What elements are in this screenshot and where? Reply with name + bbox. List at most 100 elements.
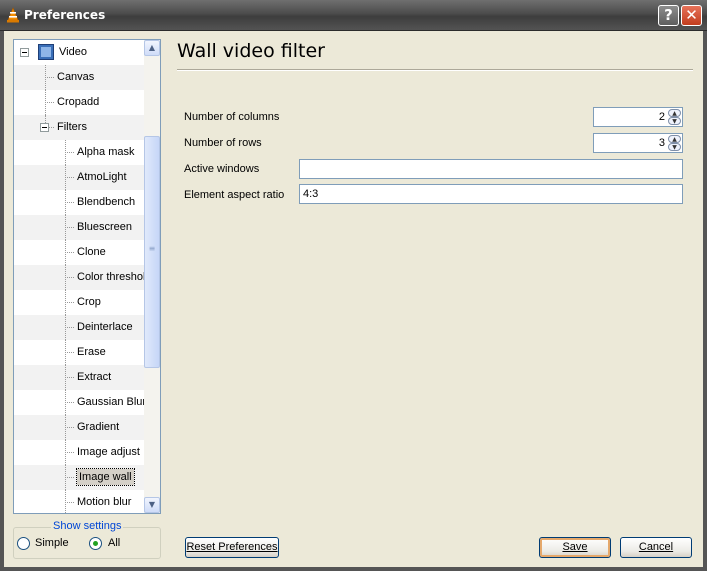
scroll-thumb[interactable]: ≡ [144, 136, 160, 368]
tree-item-label: Erase [77, 346, 106, 358]
scroll-down-button[interactable]: ▼ [144, 497, 160, 513]
tree-connector [65, 215, 66, 240]
tree-connector [65, 240, 66, 265]
chevron-down-icon: ▼ [672, 144, 677, 151]
simple-radio[interactable] [17, 537, 30, 550]
aspect-ratio-input[interactable] [300, 185, 682, 203]
help-button[interactable]: ? [658, 5, 679, 26]
film-icon [38, 44, 54, 60]
tree-item-label: Gradient [77, 421, 120, 433]
scroll-up-button[interactable]: ▲ [144, 40, 160, 56]
category-tree[interactable]: Video Canvas Cropadd Filters Alpha mask AtmoL… [13, 39, 161, 514]
collapse-icon[interactable] [20, 48, 29, 57]
tree-connector [45, 90, 46, 115]
tree-connector [65, 340, 66, 365]
tree-item-color-threshol[interactable]: Color threshol [14, 265, 146, 290]
tree-item-erase[interactable]: Erase [14, 340, 144, 365]
tree-item-gradient[interactable]: Gradient [14, 415, 144, 440]
tree-item-gaussian-blur[interactable]: Gaussian Blur [14, 390, 147, 415]
tree-item-motion-blur[interactable]: Motion blur [14, 490, 144, 513]
tree-item-deinterlace[interactable]: Deinterlace [14, 315, 144, 340]
tree-connector [45, 77, 54, 78]
tree-item-alpha-mask[interactable]: Alpha mask [14, 140, 144, 165]
collapse-icon[interactable] [40, 123, 49, 132]
columns-spinbox[interactable]: 2 ▲ ▼ [593, 107, 683, 127]
cancel-label: Cancel [638, 541, 674, 553]
tree-connector [45, 65, 46, 90]
tree-connector [65, 265, 66, 290]
tree-connector [65, 440, 66, 465]
rows-up-arrow[interactable]: ▲ [668, 135, 681, 143]
tree-connector [65, 152, 74, 153]
tree-item-label: Motion blur [77, 496, 132, 508]
columns-label: Number of columns [184, 111, 280, 123]
rows-label: Number of rows [184, 137, 262, 149]
tree-connector [65, 202, 74, 203]
chevron-up-icon: ▲ [672, 136, 677, 143]
close-button[interactable]: ✕ [681, 5, 702, 26]
columns-up-arrow[interactable]: ▲ [668, 109, 681, 117]
tree-connector [65, 415, 66, 440]
tree-item-video[interactable]: Video [14, 40, 144, 65]
cancel-button[interactable]: Cancel [620, 537, 692, 558]
columns-value[interactable]: 2 [659, 111, 665, 123]
tree-scrollbar[interactable]: ▲ ≡ ▼ [144, 40, 160, 513]
tree-item-label: Extract [77, 371, 112, 383]
tree-connector [45, 102, 54, 103]
tree-item-cropadd[interactable]: Cropadd [14, 90, 144, 115]
tree-item-label: Color threshol [77, 271, 146, 283]
save-button[interactable]: Save [539, 537, 611, 558]
rows-spinbox[interactable]: 3 ▲ ▼ [593, 133, 683, 153]
tree-item-label: Cropadd [57, 96, 100, 108]
chevron-up-icon: ▲ [148, 43, 156, 52]
active-windows-label: Active windows [184, 163, 260, 175]
title-bar[interactable]: Preferences ? ✕ [0, 0, 707, 31]
grip-icon: ≡ [148, 244, 156, 253]
tree-item-blendbench[interactable]: Blendbench [14, 190, 144, 215]
tree-connector [65, 477, 74, 478]
tree-item-clone[interactable]: Clone [14, 240, 144, 265]
tree-connector [65, 177, 74, 178]
tree-connector [65, 302, 74, 303]
tree-item-label: Alpha mask [77, 146, 135, 158]
title-divider [177, 69, 693, 71]
simple-radio-label[interactable]: Simple [35, 537, 69, 549]
tree-connector [65, 452, 74, 453]
tree-item-image-adjust[interactable]: Image adjust [14, 440, 144, 465]
tree-connector [65, 277, 74, 278]
aspect-ratio-field[interactable] [299, 184, 683, 204]
tree-connector [65, 377, 74, 378]
dialog-body: Video Canvas Cropadd Filters Alpha mask AtmoL… [4, 31, 703, 567]
tree-item-bluescreen[interactable]: Bluescreen [14, 215, 144, 240]
reset-preferences-button[interactable]: Reset Preferences [185, 537, 279, 558]
tree-item-crop[interactable]: Crop [14, 290, 144, 315]
rows-value[interactable]: 3 [659, 137, 665, 149]
help-icon: ? [664, 6, 673, 24]
show-settings-group: Show settings Simple All [13, 520, 161, 559]
active-windows-field[interactable] [299, 159, 683, 179]
tree-item-canvas[interactable]: Canvas [14, 65, 144, 90]
tree-item-atmolight[interactable]: AtmoLight [14, 165, 144, 190]
aspect-ratio-label: Element aspect ratio [184, 189, 285, 201]
tree-connector [65, 402, 74, 403]
tree-item-label: Image wall [76, 468, 135, 486]
all-radio-label[interactable]: All [108, 537, 120, 549]
tree-item-image-wall[interactable]: Image wall [14, 465, 144, 490]
tree-item-label: Video [59, 46, 87, 58]
tree-connector [65, 465, 66, 490]
vlc-cone-icon [7, 7, 19, 23]
tree-item-filters[interactable]: Filters [14, 115, 144, 140]
tree-connector [65, 290, 66, 315]
rows-down-arrow[interactable]: ▼ [668, 143, 681, 151]
panel-title: Wall video filter [177, 40, 325, 62]
chevron-up-icon: ▲ [672, 110, 677, 117]
chevron-down-icon: ▼ [148, 500, 156, 509]
active-windows-input[interactable] [300, 160, 682, 178]
tree-item-label: Gaussian Blur [77, 396, 147, 408]
tree-connector [65, 365, 66, 390]
tree-connector [65, 252, 74, 253]
window-title: Preferences [24, 8, 106, 22]
all-radio[interactable] [89, 537, 102, 550]
columns-down-arrow[interactable]: ▼ [668, 117, 681, 125]
tree-item-extract[interactable]: Extract [14, 365, 144, 390]
